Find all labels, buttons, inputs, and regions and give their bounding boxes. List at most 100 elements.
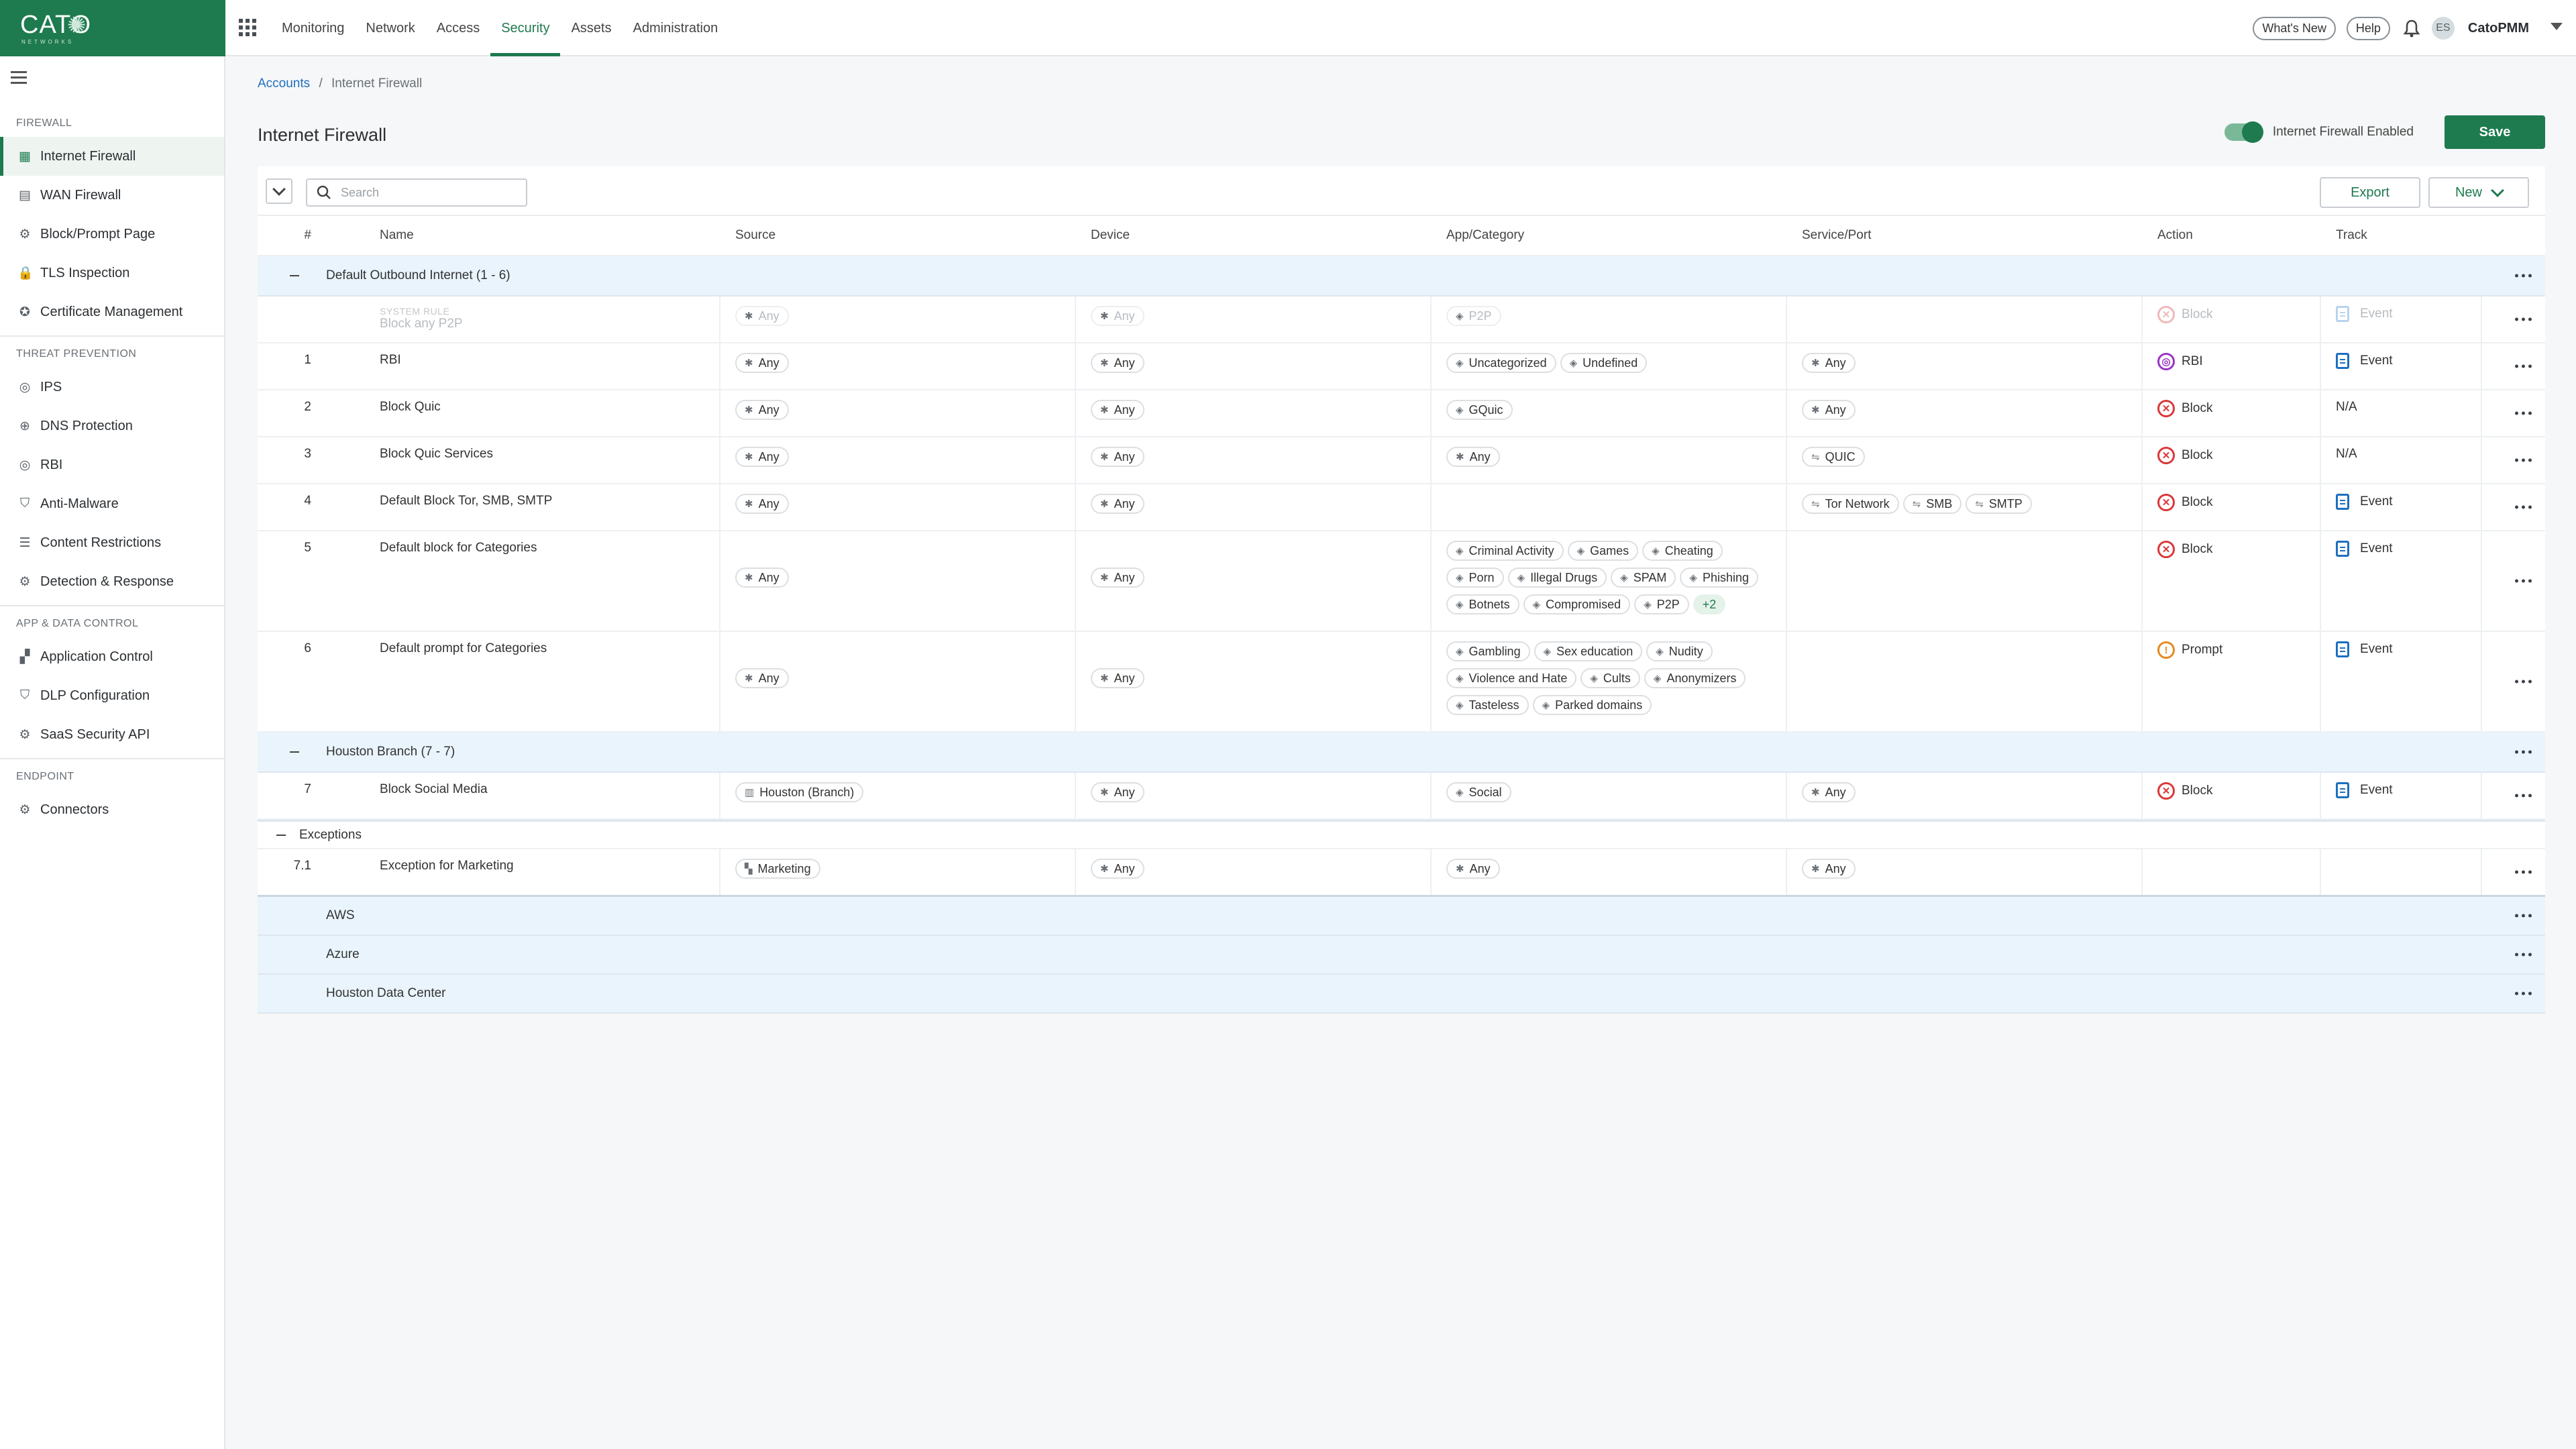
chip-any[interactable]: ✱ Any — [1091, 668, 1144, 688]
sidebar-item-dns-protection[interactable]: ⊕ DNS Protection — [0, 407, 224, 445]
chip-any[interactable]: ✱ Any — [1091, 568, 1144, 588]
chip-any[interactable]: ✱ Any — [1091, 447, 1144, 467]
chip-porn[interactable]: ◈ Porn — [1446, 568, 1504, 588]
rule-name[interactable]: Block any P2P — [380, 317, 719, 331]
sidebar-item-dlp-configuration[interactable]: ⛉ DLP Configuration — [0, 676, 224, 715]
rule-more-actions-icon[interactable] — [2513, 411, 2533, 415]
rule-row-3[interactable]: 3 Block Quic Services ✱ Any ✱ Any ✱ Any ⇋ QUIC ✕ Bl… — [258, 437, 2545, 484]
chip-anonymizers[interactable]: ◈ Anonymizers — [1644, 668, 1746, 688]
section-more-actions-icon[interactable] — [2513, 750, 2533, 754]
section-header-default-outbound-internet-1-6[interactable]: Default Outbound Internet (1 - 6) — [258, 256, 2545, 297]
chip-any[interactable]: ✱ Any — [735, 568, 789, 588]
chip-any[interactable]: ✱ Any — [1802, 782, 1856, 802]
chip-illegal-drugs[interactable]: ◈ Illegal Drugs — [1507, 568, 1607, 588]
more-chips-badge[interactable]: +2 — [1693, 594, 1726, 614]
rule-row-1[interactable]: 1 RBI ✱ Any ✱ Any ◈ Uncategorized ◈ Undefined ✱ Any… — [258, 343, 2545, 390]
rule-row-6[interactable]: 6 Default prompt for Categories ✱ Any ✱ Any ◈ G… — [258, 632, 2545, 733]
chip-any[interactable]: ✱ Any — [1091, 353, 1144, 373]
sidebar-item-saas-security-api[interactable]: ⚙ SaaS Security API — [0, 715, 224, 754]
rule-row-7[interactable]: 7 Block Social Media ▥ Houston (Branch) ✱ Any… — [258, 773, 2545, 820]
nav-tab-administration[interactable]: Administration — [623, 0, 729, 56]
nav-tab-access[interactable]: Access — [426, 0, 490, 56]
chip-phishing[interactable]: ◈ Phishing — [1680, 568, 1758, 588]
collapse-all-button[interactable] — [266, 178, 292, 204]
group-more-actions-icon[interactable] — [2513, 914, 2533, 918]
app-launcher-icon[interactable] — [239, 19, 256, 36]
chip-any[interactable]: ✱ Any — [735, 353, 789, 373]
column-header-track[interactable]: Track — [2321, 228, 2482, 243]
rule-name[interactable]: Block Social Media — [380, 782, 719, 797]
rule-name[interactable]: Default block for Categories — [380, 541, 719, 555]
rule-row-2[interactable]: 2 Block Quic ✱ Any ✱ Any ◈ GQuic ✱ Any ✕ Block N/A — [258, 390, 2545, 437]
sidebar-item-connectors[interactable]: ⚙ Connectors — [0, 790, 224, 829]
column-header-source[interactable]: Source — [720, 228, 1076, 243]
chip-smtp[interactable]: ⇋ SMTP — [1966, 494, 2032, 514]
chip-marketing[interactable]: ▚ Marketing — [735, 859, 820, 879]
chip-games[interactable]: ◈ Games — [1567, 541, 1639, 561]
sidebar-item-internet-firewall[interactable]: ▦ Internet Firewall — [0, 137, 224, 176]
nav-tab-security[interactable]: Security — [490, 0, 561, 56]
chip-any[interactable]: ✱ Any — [1802, 353, 1856, 373]
chip-sex-education[interactable]: ◈ Sex education — [1534, 641, 1643, 661]
chip-criminal-activity[interactable]: ◈ Criminal Activity — [1446, 541, 1564, 561]
firewall-enabled-toggle[interactable] — [2224, 121, 2263, 143]
chip-any[interactable]: ✱ Any — [735, 447, 789, 467]
chip-any[interactable]: ✱ Any — [1091, 400, 1144, 420]
rule-more-actions-icon[interactable] — [2513, 317, 2533, 321]
group-aws[interactable]: AWS — [258, 897, 2545, 936]
sidebar-item-content-restrictions[interactable]: ☰ Content Restrictions — [0, 523, 224, 562]
chip-tor-network[interactable]: ⇋ Tor Network — [1802, 494, 1899, 514]
chip-botnets[interactable]: ◈ Botnets — [1446, 594, 1519, 614]
section-header-houston-branch-7-7[interactable]: Houston Branch (7 - 7) — [258, 733, 2545, 773]
rule-more-actions-icon[interactable] — [2513, 680, 2533, 684]
chip-smb[interactable]: ⇋ SMB — [1902, 494, 1962, 514]
chip-gquic[interactable]: ◈ GQuic — [1446, 400, 1513, 420]
column-header-action[interactable]: Action — [2143, 228, 2321, 243]
sidebar-item-tls-inspection[interactable]: 🔒 TLS Inspection — [0, 254, 224, 292]
nav-tab-monitoring[interactable]: Monitoring — [271, 0, 355, 56]
rule-more-actions-icon[interactable] — [2513, 794, 2533, 798]
chip-cheating[interactable]: ◈ Cheating — [1642, 541, 1723, 561]
chip-any[interactable]: ✱ Any — [1446, 447, 1500, 467]
chip-compromised[interactable]: ◈ Compromised — [1523, 594, 1631, 614]
rule-name[interactable]: Block Quic — [380, 400, 719, 415]
sidebar-item-block-prompt-page[interactable]: ⚙ Block/Prompt Page — [0, 215, 224, 254]
chip-uncategorized[interactable]: ◈ Uncategorized — [1446, 353, 1556, 373]
chip-any[interactable]: ✱ Any — [1091, 782, 1144, 802]
rule-name[interactable]: RBI — [380, 353, 719, 368]
breadcrumb-accounts-link[interactable]: Accounts — [258, 76, 310, 91]
collapse-exceptions-icon[interactable] — [276, 834, 286, 836]
menu-hamburger-icon[interactable] — [11, 71, 27, 87]
chip-any[interactable]: ✱ Any — [1802, 400, 1856, 420]
group-houston-data-center[interactable]: Houston Data Center — [258, 975, 2545, 1014]
notifications-bell-icon[interactable] — [2401, 17, 2422, 39]
account-switcher[interactable]: CatoPMM — [2468, 21, 2529, 36]
nav-tab-assets[interactable]: Assets — [560, 0, 622, 56]
rule-name[interactable]: Block Quic Services — [380, 447, 719, 462]
help-button[interactable]: Help — [2346, 16, 2390, 40]
rule-more-actions-icon[interactable] — [2513, 870, 2533, 874]
sidebar-item-wan-firewall[interactable]: ▤ WAN Firewall — [0, 176, 224, 215]
sidebar-item-anti-malware[interactable]: ⛉ Anti-Malware — [0, 484, 224, 523]
column-header-name[interactable]: Name — [365, 228, 720, 243]
sidebar-item-application-control[interactable]: ▞ Application Control — [0, 637, 224, 676]
rule-more-actions-icon[interactable] — [2513, 458, 2533, 462]
sidebar-item-certificate-management[interactable]: ✪ Certificate Management — [0, 292, 224, 331]
sidebar-item-ips[interactable]: ◎ IPS — [0, 368, 224, 407]
column-header-service-port[interactable]: Service/Port — [1787, 228, 2143, 243]
column-header-number[interactable]: # — [258, 228, 365, 243]
rule-more-actions-icon[interactable] — [2513, 364, 2533, 368]
chip-tasteless[interactable]: ◈ Tasteless — [1446, 695, 1529, 715]
new-button[interactable]: New — [2428, 177, 2529, 208]
exceptions-header[interactable]: Exceptions — [258, 820, 2545, 849]
chip-undefined[interactable]: ◈ Undefined — [1560, 353, 1648, 373]
chip-any[interactable]: ✱ Any — [1091, 859, 1144, 879]
export-button[interactable]: Export — [2320, 177, 2420, 208]
whats-new-button[interactable]: What's New — [2253, 16, 2336, 40]
chip-any[interactable]: ✱ Any — [735, 306, 789, 326]
rule-row-4[interactable]: 4 Default Block Tor, SMB, SMTP ✱ Any ✱ Any ⇋ To… — [258, 484, 2545, 531]
exception-row-7-1[interactable]: 7.1 Exception for Marketing ▚ Marketing ✱ Any… — [258, 849, 2545, 897]
account-dropdown-icon[interactable] — [2551, 23, 2563, 30]
group-azure[interactable]: Azure — [258, 936, 2545, 975]
chip-violence-and-hate[interactable]: ◈ Violence and Hate — [1446, 668, 1577, 688]
